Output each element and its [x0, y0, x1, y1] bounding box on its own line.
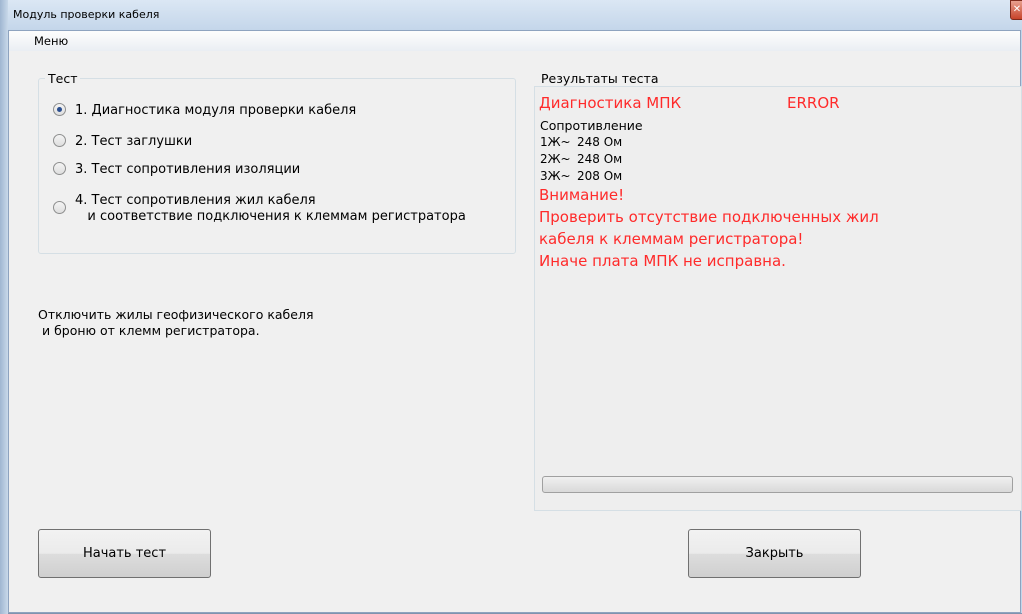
results-panel: [534, 86, 1022, 511]
radio-option-2[interactable]: 2. Тест заглушки: [53, 134, 192, 150]
instruction-text: Отключить жилы геофизического кабеля и б…: [38, 307, 314, 338]
resistance-title: Сопротивление: [540, 118, 643, 133]
radio-option-label: 4. Тест сопротивления жил кабеля и соотв…: [75, 193, 466, 224]
warning-line-1: Внимание!: [539, 186, 625, 204]
test-groupbox-legend: Тест: [45, 71, 81, 86]
warning-line-3: кабеля к клеммам регистратора!: [539, 230, 804, 248]
window-close-button[interactable]: ✕: [1010, 0, 1022, 20]
resistance-core-1: 1Ж~: [540, 135, 571, 149]
close-button[interactable]: Закрыть: [688, 529, 861, 578]
radio-option-1[interactable]: 1. Диагностика модуля проверки кабеля: [53, 103, 356, 119]
results-legend: Результаты теста: [539, 71, 661, 86]
resistance-core-3: 3Ж~: [540, 169, 571, 183]
radio-option-label: 2. Тест заглушки: [75, 134, 193, 149]
progress-bar: [542, 476, 1013, 493]
menu-bar: Меню: [9, 31, 1020, 51]
radio-button[interactable]: [53, 201, 66, 214]
client-area: Меню Тест 1. Диагностика модуля проверки…: [8, 30, 1022, 613]
status-text: ERROR: [787, 94, 840, 112]
radio-option-4[interactable]: 4. Тест сопротивления жил кабеля и соотв…: [53, 193, 466, 225]
radio-option-label: 1. Диагностика модуля проверки кабеля: [75, 103, 357, 118]
radio-button[interactable]: [53, 134, 66, 147]
menu-item-menu[interactable]: Меню: [34, 34, 68, 48]
resistance-value-1: 248 Ом: [577, 135, 623, 149]
resistance-value-2: 248 Ом: [577, 152, 623, 166]
warning-line-4: Иначе плата МПК не исправна.: [539, 252, 786, 270]
start-test-button[interactable]: Начать тест: [38, 529, 211, 578]
radio-button[interactable]: [53, 162, 66, 175]
radio-option-3[interactable]: 3. Тест сопротивления изоляции: [53, 162, 300, 178]
window-title: Модуль проверки кабеля: [13, 8, 160, 21]
title-bar[interactable]: Модуль проверки кабеля ✕: [8, 0, 1022, 30]
resistance-value-3: 208 Ом: [577, 169, 623, 183]
app-window: Модуль проверки кабеля ✕ Меню Тест 1. Ди…: [0, 0, 1022, 614]
diagnostic-label: Диагностика МПК: [539, 94, 682, 112]
radio-option-label: 3. Тест сопротивления изоляции: [75, 162, 301, 177]
warning-line-2: Проверить отсутствие подключенных жил: [539, 208, 879, 226]
resistance-core-2: 2Ж~: [540, 152, 571, 166]
radio-button-checked[interactable]: [53, 103, 66, 116]
